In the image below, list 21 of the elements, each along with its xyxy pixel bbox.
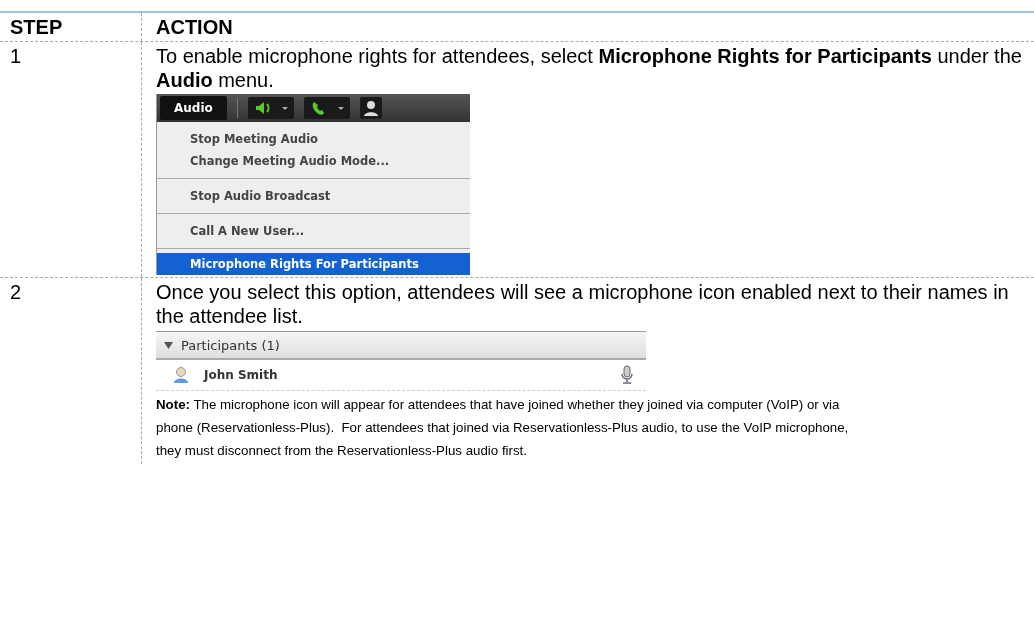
- expand-triangle-icon[interactable]: [164, 340, 173, 350]
- participants-header[interactable]: Participants (1): [156, 331, 646, 360]
- step-number: 1: [10, 44, 23, 68]
- column-header: STEP: [10, 15, 64, 39]
- participant-row[interactable]: John Smith: [156, 360, 646, 391]
- person-button[interactable]: [359, 97, 382, 119]
- user-icon: [172, 366, 190, 384]
- menu-item[interactable]: Stop Audio Broadcast: [157, 185, 470, 207]
- menu-item[interactable]: Stop Meeting Audio: [157, 128, 470, 150]
- audio-menu-button[interactable]: Audio: [160, 96, 227, 120]
- column-header: ACTION: [156, 15, 234, 39]
- menu-item[interactable]: Change Meeting Audio Mode...: [157, 150, 470, 172]
- note-text: Note: The microphone icon will appear for attendees that have joined whether they joined via computer (VoIP) or via phone (Reservationless-Plus). For attendees that joined via Reservationless-Plus audio, to use the VoIP microphone, they must disconnect from the Reservationless-Plus audio first.: [156, 396, 850, 460]
- speaker-button[interactable]: [247, 97, 294, 119]
- step-number: 2: [10, 280, 23, 304]
- microphone-icon[interactable]: [620, 365, 634, 385]
- instruction-text: To enable microphone rights for attendees, select Microphone Rights for Participants under the Audio menu.: [156, 44, 1023, 92]
- menu-item[interactable]: Call A New User...: [157, 220, 470, 242]
- instruction-text: Once you select this option, attendees will see a microphone icon enabled next to their names in the attendee list.: [156, 280, 1010, 328]
- menu-item[interactable]: Microphone Rights For Participants: [157, 253, 470, 275]
- phone-button[interactable]: [303, 97, 350, 119]
